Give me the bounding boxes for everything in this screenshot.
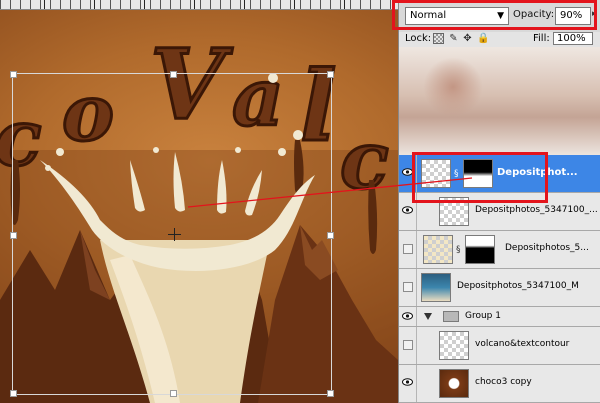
transform-handle[interactable] [170,71,177,78]
visibility-empty-box [403,244,413,254]
visibility-toggle[interactable] [399,327,417,364]
opacity-input[interactable]: 90% [555,7,591,25]
layer-row[interactable]: Depositphotos_5347100_M [399,269,600,307]
transform-handle[interactable] [327,232,334,239]
transform-handle[interactable] [10,390,17,397]
expand-triangle-icon[interactable] [424,313,432,320]
layer-thumbnail[interactable] [439,369,469,398]
blend-mode-value: Normal [410,10,447,21]
transform-center-icon[interactable] [168,228,181,241]
opacity-slider-arrow-icon[interactable]: ▸ [592,9,597,19]
visibility-toggle[interactable] [399,269,417,306]
layer-name[interactable]: Depositphotos_5347100_M [457,281,597,291]
layer-row[interactable]: § Depositphotos_5... [399,231,600,269]
transform-handle[interactable] [327,390,334,397]
layer-name[interactable]: volcano&textcontour [475,339,597,349]
opacity-value: 90% [560,10,583,21]
checkerboard-icon[interactable] [433,33,444,44]
fill-label: Fill: [533,33,550,44]
visibility-empty-box [403,340,413,350]
layer-row[interactable]: volcano&textcontour [399,327,600,365]
blend-mode-select[interactable]: Normal ▼ [405,7,509,25]
visibility-empty-box [403,282,413,292]
chain-link-icon[interactable]: § [454,169,461,179]
eye-icon [402,168,413,176]
layers-list-blurred-area [399,47,600,155]
eye-icon [402,312,413,320]
layers-panel: Normal ▼ Opacity: 90% ▸ Lock: ✎ ✥ 🔒 Fill… [398,0,600,403]
lock-icon[interactable]: 🔒 [477,33,489,44]
layer-mask-thumbnail[interactable] [463,159,493,188]
lock-row: Lock: ✎ ✥ 🔒 Fill: 100% [399,32,600,46]
layer-group-row[interactable]: Group 1 [399,307,600,327]
layer-thumbnail[interactable] [421,159,451,188]
transform-handle[interactable] [10,232,17,239]
opacity-label: Opacity: [513,9,555,20]
visibility-toggle[interactable] [399,365,417,402]
eye-icon [402,378,413,386]
layer-row[interactable]: § Depositphot... [399,155,600,193]
fill-input[interactable]: 100% [553,32,593,45]
brush-icon[interactable]: ✎ [448,33,459,44]
layer-thumbnail[interactable] [423,235,453,264]
photoshop-workspace: c o V a l c [0,0,600,403]
chain-link-icon[interactable]: § [456,245,463,255]
folder-icon [443,311,459,322]
eye-icon [402,206,413,214]
visibility-toggle[interactable] [399,155,417,192]
chevron-down-icon: ▼ [497,11,504,21]
visibility-toggle[interactable] [399,307,417,326]
layer-name[interactable]: choco3 copy [475,377,597,387]
layer-thumbnail[interactable] [421,273,451,302]
transform-handle[interactable] [327,71,334,78]
layer-row[interactable]: choco3 copy [399,365,600,403]
blend-options-row: Normal ▼ Opacity: 90% ▸ [399,0,600,32]
visibility-toggle[interactable] [399,193,417,230]
transform-handle[interactable] [10,71,17,78]
layer-row[interactable]: Depositphotos_5347100_... [399,193,600,231]
layer-mask-thumbnail[interactable] [465,235,495,264]
layer-name[interactable]: Depositphotos_5... [505,243,597,253]
choco-letter-c2: c [340,113,389,207]
move-icon[interactable]: ✥ [462,33,473,44]
visibility-toggle[interactable] [399,231,417,268]
layer-name[interactable]: Depositphot... [497,167,597,178]
layer-thumbnail[interactable] [439,197,469,226]
layer-thumbnail[interactable] [439,331,469,360]
layer-name[interactable]: Depositphotos_5347100_... [475,205,597,215]
layer-name[interactable]: Group 1 [465,311,585,321]
lock-label: Lock: [405,33,432,44]
transform-handle[interactable] [170,390,177,397]
fill-value: 100% [557,33,586,44]
